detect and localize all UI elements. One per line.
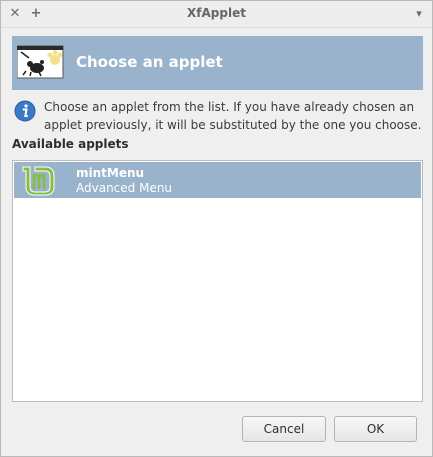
cancel-button[interactable]: Cancel [242,416,326,442]
window-menu-icon[interactable]: ▾ [411,5,427,21]
info-icon [14,100,36,122]
list-item[interactable]: mintMenu Advanced Menu [14,162,421,198]
window-title: XfApplet [187,6,246,20]
available-applets-label: Available applets [12,137,129,151]
ok-button[interactable]: OK [334,416,417,442]
gnome-applet-icon [16,44,65,80]
applet-list[interactable]: mintMenu Advanced Menu [12,160,423,402]
banner-title: Choose an applet [76,53,223,71]
applet-description: Advanced Menu [76,181,173,195]
info-message: Choose an applet from the list. If you h… [44,100,422,132]
applet-name: mintMenu [76,166,145,180]
dialog-window: ✕ + XfApplet ▾ Choose an applet Choose a… [0,0,433,457]
title-bar: ✕ + XfApplet ▾ [1,1,432,28]
mint-logo-icon [21,164,55,196]
header-banner: Choose an applet [12,36,423,90]
